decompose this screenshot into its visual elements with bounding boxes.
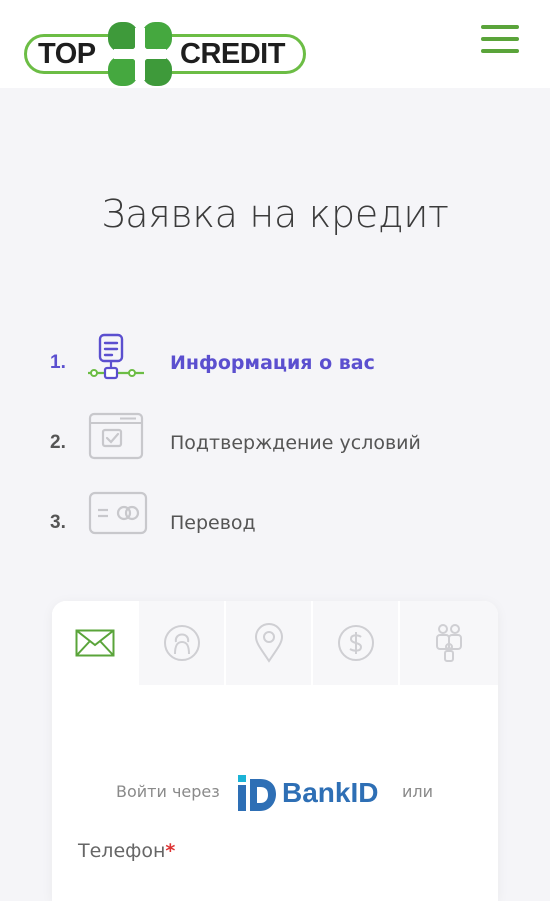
tab-family[interactable] xyxy=(400,601,498,685)
bankid-button[interactable]: BankID xyxy=(236,773,392,813)
step-label: Подтверждение условий xyxy=(170,432,421,454)
card-transfer-icon xyxy=(88,491,148,535)
login-via-text: Войти через xyxy=(116,782,220,801)
step-2-confirm: 2. Подтверждение условий xyxy=(50,408,510,468)
form-document-icon xyxy=(88,333,144,380)
hamburger-menu-icon[interactable] xyxy=(481,25,519,55)
family-icon xyxy=(436,624,462,662)
logo-credit-text: CREDIT xyxy=(180,38,285,70)
browser-checkbox-icon xyxy=(88,412,144,460)
required-asterisk: * xyxy=(165,840,176,862)
form-tabs xyxy=(52,601,498,685)
phone-field-label: Телефон* xyxy=(78,840,175,862)
phone-label-text: Телефон xyxy=(78,840,166,862)
tab-income[interactable] xyxy=(313,601,400,685)
bankid-logo-icon xyxy=(238,775,276,811)
top-credit-logo[interactable]: TOP CREDIT xyxy=(22,18,314,90)
step-number: 3. xyxy=(50,512,66,533)
envelope-icon xyxy=(75,629,114,657)
tab-contacts[interactable] xyxy=(52,601,139,685)
clover-logo-icon xyxy=(108,22,172,86)
bankid-label: BankID xyxy=(282,777,379,808)
step-number: 1. xyxy=(50,352,66,373)
logo-top-text: TOP xyxy=(38,38,96,70)
user-avatar-icon xyxy=(163,625,200,661)
or-text: или xyxy=(402,782,434,801)
tab-personal[interactable] xyxy=(139,601,226,685)
step-label: Перевод xyxy=(170,512,256,534)
step-1-info: 1. Информация о вас xyxy=(50,332,510,392)
page-title: Заявка на кредит xyxy=(101,192,449,236)
location-pin-icon xyxy=(254,623,283,663)
site-header: TOP CREDIT xyxy=(0,0,550,88)
dollar-coin-icon xyxy=(337,625,374,661)
step-number: 2. xyxy=(50,432,66,453)
tab-address[interactable] xyxy=(226,601,313,685)
step-3-transfer: 3. Перевод xyxy=(50,488,510,548)
step-label: Информация о вас xyxy=(170,352,375,374)
bankid-login-row: Войти через BankID или xyxy=(0,770,550,814)
